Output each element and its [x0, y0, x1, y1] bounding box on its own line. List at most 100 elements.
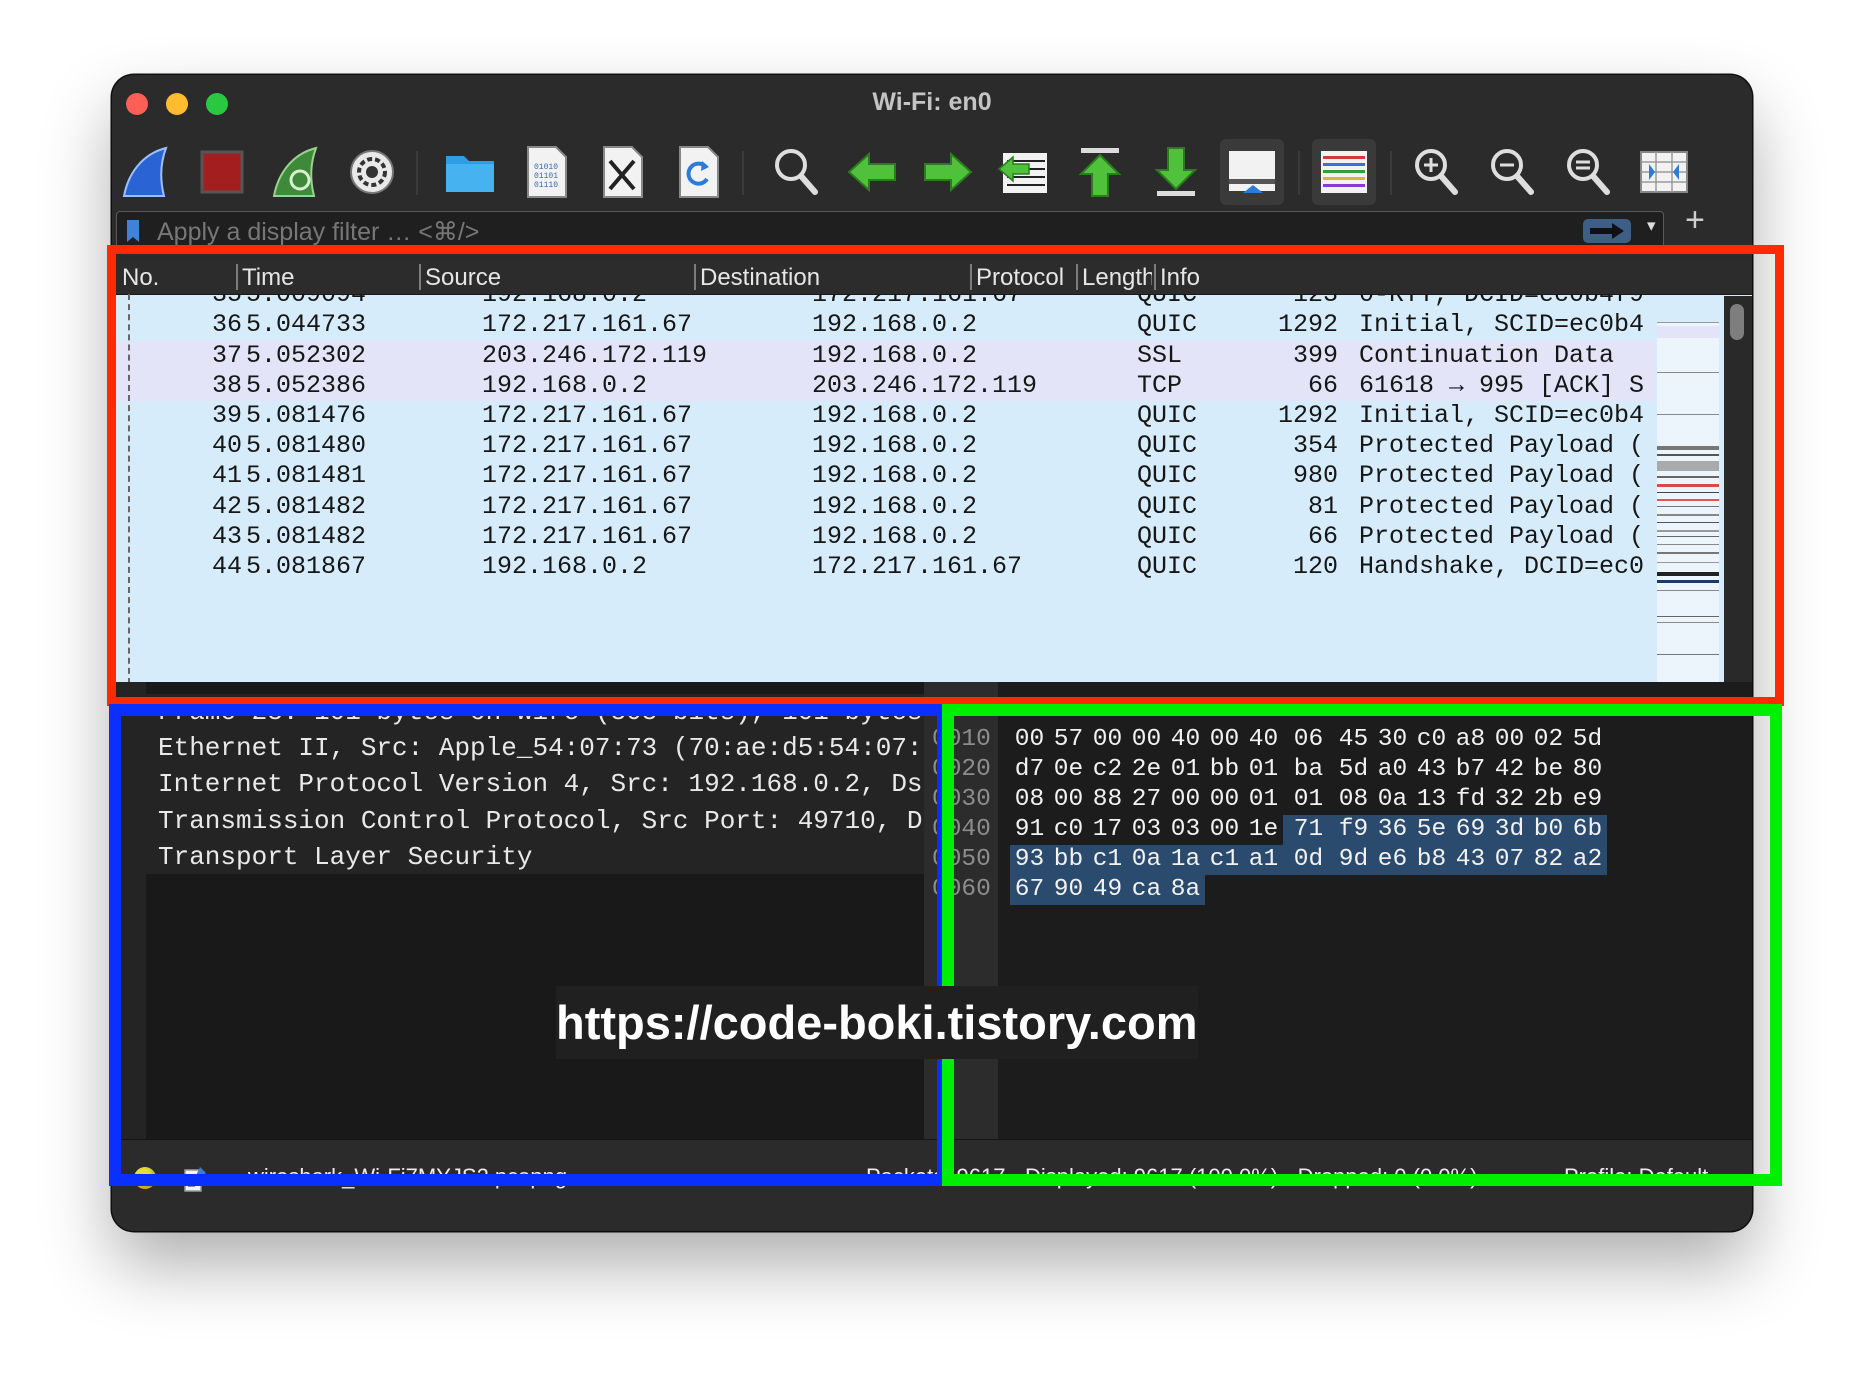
hex-byte[interactable]: d7 — [1010, 755, 1049, 785]
hex-byte[interactable]: 3d — [1490, 815, 1529, 845]
hex-byte[interactable]: a8 — [1451, 725, 1490, 755]
hex-byte[interactable]: bb — [1205, 755, 1244, 785]
open-file-button[interactable] — [438, 139, 502, 205]
hex-byte[interactable]: 01 — [1244, 785, 1283, 815]
column-header-source[interactable]: Source — [425, 264, 501, 292]
hex-byte[interactable]: 0a — [1127, 845, 1166, 875]
hex-byte[interactable]: 00 — [1529, 695, 1568, 725]
hex-byte[interactable]: 6b — [1568, 815, 1607, 845]
column-divider[interactable] — [236, 264, 238, 290]
hex-byte[interactable]: c2 — [1088, 755, 1127, 785]
details-tree-item[interactable]: ›Internet Protocol Version 4, Src: 192.1… — [146, 766, 924, 802]
packet-minimap[interactable] — [1657, 296, 1719, 682]
hex-byte[interactable]: 9d — [1334, 845, 1373, 875]
packet-row[interactable]: 37 5.052302 203.246.172.119 192.168.0.2 SSL 3… — [112, 340, 1656, 371]
column-header-info[interactable]: Info — [1160, 264, 1200, 292]
hex-byte[interactable]: fd — [1451, 785, 1490, 815]
normal-size-button[interactable] — [1556, 139, 1620, 205]
column-divider[interactable] — [970, 264, 972, 290]
hex-byte[interactable]: 27 — [1127, 785, 1166, 815]
hex-byte[interactable]: e6 — [1373, 845, 1412, 875]
hex-byte[interactable]: 00 — [1088, 725, 1127, 755]
reload-file-button[interactable] — [666, 139, 730, 205]
hex-byte[interactable]: 0d — [1283, 845, 1334, 875]
hex-byte[interactable]: 5e — [1412, 815, 1451, 845]
hex-byte[interactable]: 58 — [1010, 695, 1049, 725]
hex-byte[interactable]: 5d — [1334, 755, 1373, 785]
hex-byte[interactable]: 07 — [1490, 845, 1529, 875]
hex-byte[interactable]: 67 — [1010, 875, 1049, 905]
colorize-button[interactable] — [1312, 139, 1376, 205]
hex-byte[interactable]: 13 — [1412, 785, 1451, 815]
hex-byte[interactable]: c0 — [1049, 815, 1088, 845]
details-tree-item[interactable]: ›Transport Layer Security — [146, 839, 924, 875]
packet-row[interactable]: 42 5.081482 172.217.161.67 192.168.0.2 QUIC 8… — [112, 491, 1656, 522]
hex-byte[interactable]: c1 — [1205, 845, 1244, 875]
zoom-out-button[interactable] — [1480, 139, 1544, 205]
hex-byte[interactable]: 01 — [1283, 785, 1334, 815]
hex-byte[interactable]: 45 — [1334, 725, 1373, 755]
hex-byte[interactable]: 00 — [1049, 785, 1088, 815]
configuration-profile[interactable]: Profile: Default — [1564, 1164, 1708, 1190]
go-to-packet-button[interactable] — [992, 139, 1056, 205]
hex-byte[interactable]: 03 — [1166, 815, 1205, 845]
column-header-no[interactable]: No. — [122, 264, 159, 292]
column-divider[interactable] — [419, 264, 421, 290]
column-header-destination[interactable]: Destination — [700, 264, 820, 292]
save-file-button[interactable]: 01010 01101 01110 — [514, 139, 578, 205]
hex-byte[interactable]: ca — [1127, 875, 1166, 905]
hex-byte[interactable]: 80 — [1568, 755, 1607, 785]
hex-byte[interactable]: b0 — [1529, 815, 1568, 845]
details-tree-item[interactable]: ›Transmission Control Protocol, Src Port… — [146, 803, 924, 839]
packet-row[interactable]: 43 5.081482 172.217.161.67 192.168.0.2 QUIC 6… — [112, 521, 1656, 552]
hex-byte[interactable]: 82 — [1529, 845, 1568, 875]
hex-byte[interactable]: 73 — [1451, 695, 1490, 725]
close-file-button[interactable] — [590, 139, 654, 205]
hex-byte[interactable]: 49 — [1088, 875, 1127, 905]
hex-byte[interactable]: 0e — [1049, 755, 1088, 785]
hex-byte[interactable]: a0 — [1373, 755, 1412, 785]
hex-byte[interactable]: d8 — [1205, 695, 1244, 725]
hex-byte[interactable]: c1 — [1088, 845, 1127, 875]
go-to-last-button[interactable] — [1144, 139, 1208, 205]
hex-byte[interactable]: 17 — [1088, 815, 1127, 845]
expert-info-icon[interactable] — [134, 1167, 156, 1189]
hex-byte[interactable]: 71 — [1283, 815, 1334, 845]
column-divider[interactable] — [1076, 264, 1078, 290]
go-back-button[interactable] — [840, 139, 904, 205]
hex-byte[interactable]: 00 — [1490, 725, 1529, 755]
hex-byte[interactable]: e9 — [1568, 785, 1607, 815]
zoom-in-button[interactable] — [1404, 139, 1468, 205]
hex-byte[interactable]: 36 — [1373, 815, 1412, 845]
hex-byte[interactable]: c0 — [1412, 725, 1451, 755]
hex-byte[interactable]: 00 — [1205, 815, 1244, 845]
hex-byte[interactable]: 2b — [1529, 785, 1568, 815]
hex-byte[interactable]: f9 — [1334, 815, 1373, 845]
capture-options-button[interactable] — [340, 139, 404, 205]
hex-byte[interactable]: bb — [1049, 845, 1088, 875]
hex-byte[interactable]: 93 — [1010, 845, 1049, 875]
hex-byte[interactable]: 08 — [1490, 695, 1529, 725]
details-tree-item[interactable]: ›Ethernet II, Src: Apple_54:07:73 (70:ae… — [146, 730, 924, 766]
filter-bookmark-icon[interactable] — [125, 218, 141, 244]
packet-list-scrollbar[interactable] — [1724, 296, 1752, 682]
hex-byte[interactable]: b7 — [1451, 755, 1490, 785]
packet-row[interactable]: 38 5.052386 192.168.0.2 203.246.172.119 TCP 6… — [112, 370, 1656, 401]
hex-byte[interactable]: b8 — [1412, 845, 1451, 875]
hex-byte[interactable]: 70 — [1244, 695, 1283, 725]
packet-row[interactable]: 41 5.081481 172.217.161.67 192.168.0.2 QUIC 9… — [112, 461, 1656, 492]
start-capture-button[interactable] — [114, 139, 178, 205]
details-tree-item[interactable]: ›Frame 28: 101 bytes on wire (808 bits),… — [146, 694, 924, 730]
hex-byte[interactable]: 54 — [1373, 695, 1412, 725]
go-to-first-button[interactable] — [1068, 139, 1132, 205]
packet-row[interactable]: 44 5.081867 192.168.0.2 172.217.161.67 QUIC 1… — [112, 551, 1656, 583]
go-forward-button[interactable] — [916, 139, 980, 205]
hex-byte[interactable]: a1 — [1244, 845, 1283, 875]
hex-byte[interactable]: 91 — [1010, 815, 1049, 845]
hex-byte[interactable]: 00 — [1205, 785, 1244, 815]
hex-byte[interactable]: 43 — [1451, 845, 1490, 875]
hex-byte[interactable]: 00 — [1166, 785, 1205, 815]
hex-byte[interactable]: 03 — [1127, 815, 1166, 845]
scrollbar-thumb[interactable] — [1730, 304, 1744, 340]
packet-row[interactable]: 40 5.081480 172.217.161.67 192.168.0.2 QUIC 3… — [112, 431, 1656, 462]
